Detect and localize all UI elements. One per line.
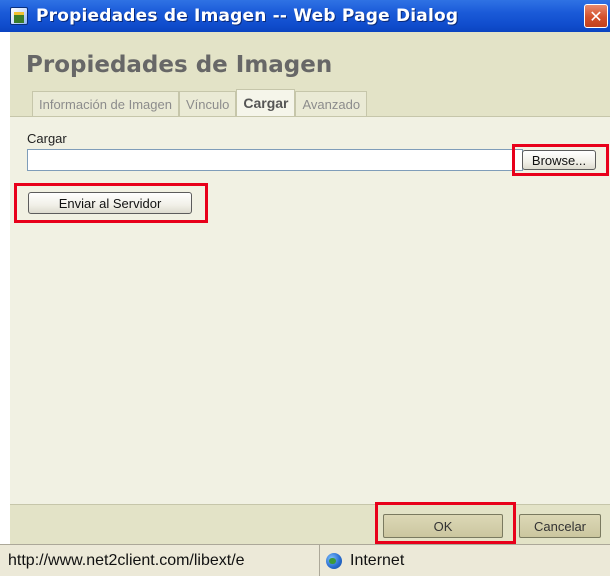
tab-cargar[interactable]: Cargar xyxy=(236,89,296,116)
tab-bar: Información de Imagen Vínculo Cargar Ava… xyxy=(32,89,368,116)
title-bar: Propiedades de Imagen -- Web Page Dialog… xyxy=(0,0,610,32)
tab-vinculo[interactable]: Vínculo xyxy=(178,91,237,116)
window-title: Propiedades de Imagen -- Web Page Dialog xyxy=(36,6,459,26)
status-bar: http://www.net2client.com/libext/e Inter… xyxy=(0,544,610,576)
browse-button[interactable]: Browse... xyxy=(522,150,596,170)
page-title: Propiedades de Imagen xyxy=(26,52,333,78)
send-to-server-button[interactable]: Enviar al Servidor xyxy=(28,192,192,214)
upload-label: Cargar xyxy=(27,131,67,146)
zone-label: Internet xyxy=(350,551,405,569)
tab-informacion-imagen[interactable]: Información de Imagen xyxy=(32,91,179,116)
status-url: http://www.net2client.com/libext/e xyxy=(0,544,320,576)
cancel-button[interactable]: Cancelar xyxy=(519,514,601,538)
dialog-header: Propiedades de Imagen Información de Ima… xyxy=(10,32,610,116)
dialog-footer: OK Cancelar xyxy=(10,504,610,544)
file-path-input[interactable] xyxy=(27,149,523,171)
close-button[interactable]: ✕ xyxy=(584,4,608,28)
globe-icon xyxy=(326,552,342,569)
dialog-icon xyxy=(10,7,28,25)
ok-button[interactable]: OK xyxy=(383,514,503,538)
security-zone: Internet xyxy=(320,552,404,570)
upload-panel: Cargar Browse... Enviar al Servidor xyxy=(10,116,610,504)
tab-avanzado[interactable]: Avanzado xyxy=(295,91,368,116)
